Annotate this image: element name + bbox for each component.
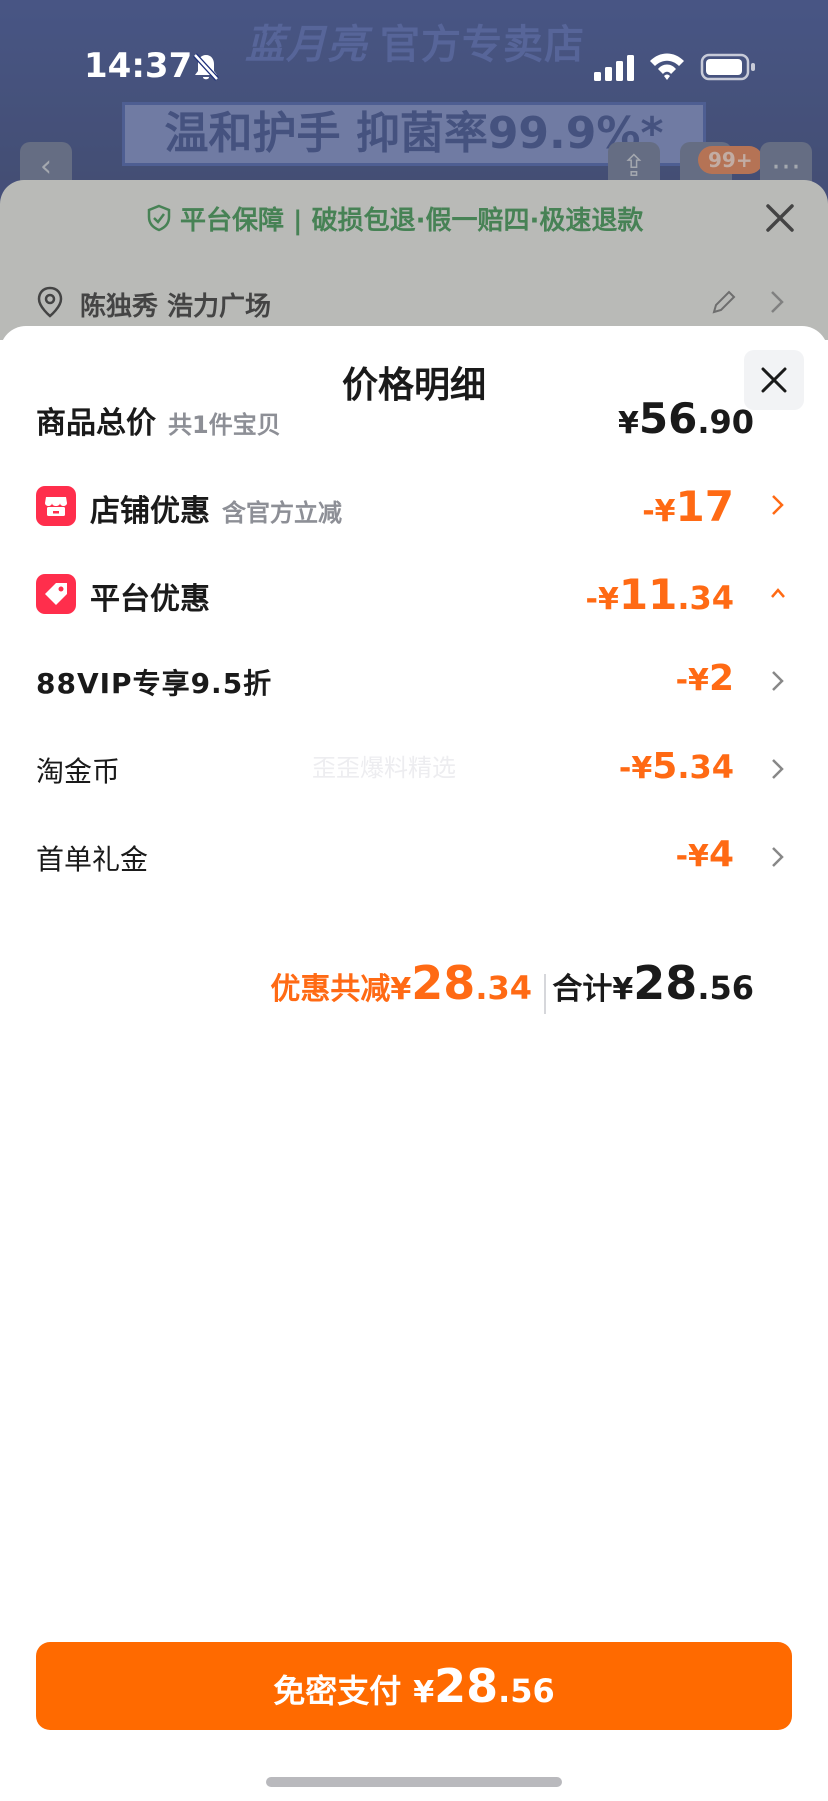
row-item-total: 商品总价 共1件宝贝 ¥56.90 [0, 388, 828, 448]
watermark: 歪歪爆料精选 [312, 754, 456, 782]
chevron-right-icon [772, 759, 784, 779]
chevron-up-icon [771, 588, 785, 598]
pay-button[interactable]: 免密支付 ¥28.56 [36, 1642, 792, 1730]
total-discount: 优惠共减¥28.34 [270, 956, 532, 1010]
divider [544, 974, 546, 1014]
status-bar: 14:37 [0, 0, 828, 100]
wifi-icon [650, 53, 684, 80]
row-label: 平台优惠 [90, 582, 210, 617]
row-value: -¥17 [642, 482, 734, 531]
chevron-right-icon [772, 671, 784, 691]
row-value: -¥2 [675, 658, 734, 699]
signal-icon [594, 55, 634, 81]
row-platform-discount[interactable]: 平台优惠 -¥11.34 [0, 564, 828, 624]
price-detail-sheet: 价格明细 商品总价 共1件宝贝 ¥56.90 店铺优惠 含官方立减 -¥17 平… [0, 326, 828, 1801]
home-indicator[interactable] [266, 1777, 562, 1787]
row-value: -¥4 [675, 834, 734, 875]
bell-muted-icon [193, 53, 219, 81]
price-summary: 优惠共减¥28.34 合计¥28.56 [0, 956, 828, 1026]
grand-total: 合计¥28.56 [552, 956, 754, 1010]
row-label: 淘金币 [36, 755, 121, 788]
chevron-right-icon [772, 495, 784, 515]
row-value: -¥5.34 [618, 746, 734, 787]
coupon-tag-icon [36, 574, 76, 614]
row-store-discount[interactable]: 店铺优惠 含官方立减 -¥17 [0, 476, 828, 536]
status-time: 14:37 [84, 46, 193, 86]
row-label: 88VIP专享9.5折 [36, 667, 273, 700]
store-icon [36, 486, 76, 526]
row-label: 店铺优惠 含官方立减 [90, 494, 342, 529]
battery-icon [700, 53, 755, 81]
row-label: 商品总价 共1件宝贝 [36, 406, 281, 441]
row-88vip-discount[interactable]: 88VIP专享9.5折 -¥2 [0, 652, 828, 712]
row-label: 首单礼金 [36, 843, 149, 876]
chevron-right-icon [772, 847, 784, 867]
row-value: ¥56.90 [617, 394, 754, 443]
row-value: -¥11.34 [585, 570, 734, 619]
row-first-order-gift[interactable]: 首单礼金 -¥4 [0, 828, 828, 888]
